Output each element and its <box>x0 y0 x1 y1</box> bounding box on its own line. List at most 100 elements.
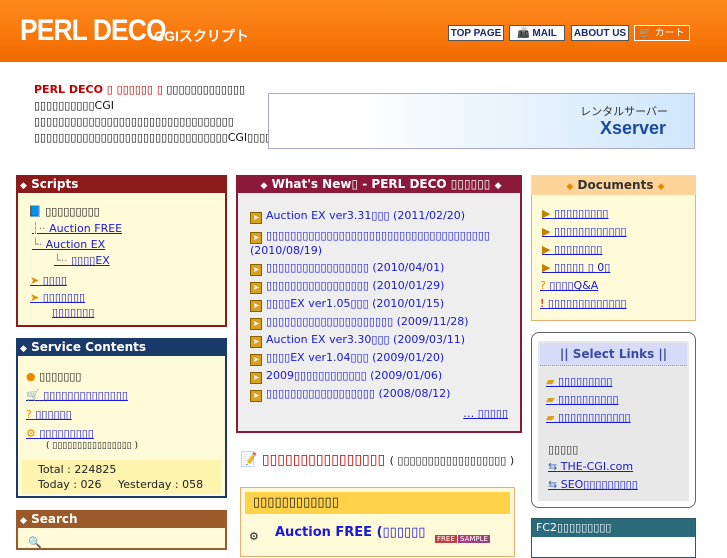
script-auction-free[interactable]: ┆·· Auction FREE <box>32 222 122 235</box>
arrow-icon: ➤ <box>30 291 40 304</box>
arrow-icon: ➤ <box>250 212 262 224</box>
documents-header: ◆ Documents ◆ <box>531 175 696 195</box>
folder-icon: ▰ <box>546 393 555 406</box>
scripts-panel: ◆ Scripts 📘 ▯▯▯▯▯▯▯▯▯ ┆·· Auction FREE └… <box>16 175 227 327</box>
doc-link-1[interactable]: ▶ ▯▯▯▯▯▯▯▯▯ <box>542 207 608 220</box>
arrow-icon: ➤ <box>250 232 262 244</box>
intro-line1: ▯▯▯▯▯▯▯▯▯▯▯▯▯ <box>162 83 246 96</box>
link-arrow-icon: ⇆ <box>548 460 558 473</box>
nav-top-page[interactable]: TOP PAGE <box>448 25 504 41</box>
service-item-3[interactable]: ? ▯▯▯▯▯▯ <box>26 408 72 421</box>
service-item-1[interactable]: ● ▯▯▯▯▯▯▯ <box>26 370 81 383</box>
featured-title: ▯▯▯▯▯▯▯▯▯▯▯▯▯▯▯▯ <box>261 452 386 468</box>
scripts-root[interactable]: 📘 ▯▯▯▯▯▯▯▯▯ <box>28 205 100 218</box>
scripts-header: ◆ Scripts <box>16 175 227 193</box>
arrow-icon: ➤ <box>250 318 262 330</box>
nav-cart[interactable]: 🛒 カート <box>634 25 690 41</box>
doc-link-6[interactable]: ! ▯▯▯▯▯▯▯▯▯▯▯▯▯ <box>540 297 627 310</box>
scripts-link-1[interactable]: ➤ ▯▯▯▯ <box>30 274 67 287</box>
site-header: PERL DECO CGIスクリプト TOP PAGE 📠 MAIL ABOUT… <box>0 0 727 62</box>
intro-brand: PERL DECO ▯ ▯▯▯▯▯▯ ▯ <box>34 83 163 96</box>
folder-link-1[interactable]: ▰ ▯▯▯▯▯▯▯▯▯ <box>546 375 612 388</box>
news-item[interactable]: ➤ ▯▯▯▯EX ver1.05▯▯▯ (2010/01/15) <box>250 297 512 312</box>
triangle-icon: ▶ <box>542 207 551 220</box>
featured-panel: ▯▯▯▯▯▯▯▯▯▯▯▯ Auction FREE (▯▯▯▯▯▯ FREE S… <box>240 487 515 557</box>
fc2-panel: FC2▯▯▯▯▯▯▯▯▯ <box>531 518 696 558</box>
script-auction-ex[interactable]: └· Auction EX <box>32 238 105 251</box>
intro-line2: ▯▯▯▯▯▯▯▯▯▯CGI ▯▯▯▯▯▯▯▯▯▯▯▯▯▯▯▯▯▯▯▯▯▯▯▯▯▯… <box>34 99 234 128</box>
nav-about-us[interactable]: ABOUT US <box>571 25 629 41</box>
triangle-icon: ▶ <box>542 243 551 256</box>
whatsnew-panel: ◆ What's New▯ - PERL DECO ▯▯▯▯▯▯ ◆ ➤ Auct… <box>236 175 522 433</box>
service-item-4[interactable]: ⚙ ▯▯▯▯▯▯▯▯▯ <box>26 427 94 440</box>
intro-text: PERL DECO ▯ ▯▯▯▯▯▯ ▯ ▯▯▯▯▯▯▯▯▯▯▯▯▯ ▯▯▯▯▯… <box>34 82 302 146</box>
service-item-2[interactable]: 🛒 ▯▯▯▯▯▯▯▯▯▯▯▯▯▯ <box>26 389 128 402</box>
ext-link-the-cgi[interactable]: ⇆ THE-CGI.com <box>548 460 633 473</box>
news-item[interactable]: ➤ ▯▯▯▯▯▯▯▯▯▯▯▯▯▯▯▯▯▯ (2008/08/12) <box>250 387 512 402</box>
nav-mail[interactable]: 📠 MAIL <box>509 25 565 41</box>
search-icon: 🔍 <box>28 536 42 549</box>
banner-title: Xserver <box>599 118 666 138</box>
cart-icon: 🛒 <box>26 389 40 402</box>
featured-subtitle: ( ▯▯▯▯▯▯▯▯▯▯▯▯▯▯▯▯▯▯ ) <box>389 454 515 467</box>
site-logo[interactable]: PERL DECO <box>20 14 167 48</box>
whatsnew-header: ◆ What's New▯ - PERL DECO ▯▯▯▯▯▯ ◆ <box>236 175 522 193</box>
doc-link-5[interactable]: ? ▯▯▯▯Q&A <box>540 279 598 292</box>
triangle-icon: ▶ <box>542 225 551 238</box>
arrow-icon: ➤ <box>250 390 262 402</box>
logo-subtitle: CGIスクリプト <box>154 28 249 44</box>
doc-link-2[interactable]: ▶ ▯▯▯▯▯▯▯▯▯▯▯▯ <box>542 225 627 238</box>
news-item[interactable]: ➤ ▯▯▯▯▯▯▯▯▯▯▯▯▯▯▯▯▯▯▯▯▯ (2009/11/28) <box>250 315 512 330</box>
counter-yesterday: Yesterday : 058 <box>118 478 204 491</box>
search-header: ◆ Search <box>16 510 227 528</box>
book-icon: 📘 <box>28 205 42 218</box>
fc2-title: FC2▯▯▯▯▯▯▯▯▯ <box>532 519 695 537</box>
folder-link-3[interactable]: ▰ ▯▯▯▯▯▯▯▯▯▯▯▯ <box>546 411 631 424</box>
news-item[interactable]: ➤ ▯▯▯▯▯▯▯▯▯▯▯▯▯▯▯▯▯ (2010/01/29) <box>250 279 512 294</box>
arrow-icon: ➤ <box>250 282 262 294</box>
featured-item-auction-free[interactable]: Auction FREE (▯▯▯▯▯▯ <box>275 525 425 540</box>
info-icon: ⚙ <box>26 427 36 440</box>
diamond-icon: ◆ <box>260 181 268 191</box>
intro-line3: ▯▯▯▯▯▯▯▯▯▯▯▯▯▯▯▯▯▯▯▯▯▯▯▯▯▯▯▯▯▯▯▯CGI▯▯▯▯▯… <box>34 131 302 144</box>
folder-icon: ▰ <box>546 375 555 388</box>
news-item[interactable]: ➤ ▯▯▯▯▯▯▯▯▯▯▯▯▯▯▯▯▯ (2010/04/01) <box>250 261 512 276</box>
scripts-title: Scripts <box>31 177 79 191</box>
free-badge: FREE <box>435 535 457 543</box>
scripts-link-3[interactable]: ▯▯▯▯▯▯▯ <box>52 306 94 319</box>
xserver-banner[interactable]: レンタルサーバー Xserver <box>268 93 695 149</box>
whatsnew-title: What's New▯ - PERL DECO ▯▯▯▯▯▯ <box>271 177 491 191</box>
news-item[interactable]: ➤ ▯▯▯▯EX ver1.04▯▯▯ (2009/01/20) <box>250 351 512 366</box>
diamond-icon: ◆ <box>20 344 27 354</box>
banner-subtitle: レンタルサーバー <box>580 105 668 118</box>
doc-link-3[interactable]: ▶ ▯▯▯▯▯▯▯▯ <box>542 243 602 256</box>
counter-total: Total : 224825 <box>38 463 117 476</box>
diamond-icon: ◆ <box>20 181 27 191</box>
news-item[interactable]: ➤ ▯▯▯▯▯▯▯▯▯▯▯▯▯▯▯▯▯▯▯▯▯▯▯▯▯▯▯▯▯▯▯▯▯▯▯▯▯ (… <box>250 229 512 258</box>
news-more-link[interactable]: … ▯▯▯▯▯ <box>463 407 508 420</box>
doc-link-4[interactable]: ▶ ▯▯▯▯▯ ▯ 0▯ <box>542 261 610 274</box>
arrow-icon: ➤ <box>30 274 40 287</box>
select-links-subtitle: ▯▯▯▯▯ <box>548 443 579 456</box>
arrow-icon: ➤ <box>250 264 262 276</box>
arrow-icon: ➤ <box>250 372 262 384</box>
news-item[interactable]: ➤ Auction EX ver3.31▯▯▯ (2011/02/20) <box>250 209 512 224</box>
search-panel: ◆ Search 🔍 <box>16 510 227 550</box>
memo-icon: 📝 <box>240 452 258 468</box>
sample-badge: SAMPLE <box>458 535 490 543</box>
documents-title: Documents <box>577 178 654 192</box>
service-title: Service Contents <box>31 340 147 354</box>
folder-link-2[interactable]: ▰ ▯▯▯▯▯▯▯▯▯▯ <box>546 393 619 406</box>
service-panel: ◆ Service Contents ● ▯▯▯▯▯▯▯ 🛒 ▯▯▯▯▯▯▯▯▯… <box>16 338 227 498</box>
select-links-panel: || Select Links || ▰ ▯▯▯▯▯▯▯▯▯ ▰ ▯▯▯▯▯▯▯… <box>531 332 696 508</box>
ext-link-seo[interactable]: ⇆ SEO▯▯▯▯▯▯▯▯▯ <box>548 478 638 491</box>
scripts-link-2[interactable]: ➤ ▯▯▯▯▯▯▯ <box>30 291 85 304</box>
service-note: ( ▯▯▯▯▯▯▯▯▯▯▯▯▯▯▯▯ ) <box>46 441 138 451</box>
folder-icon: ▰ <box>546 411 555 424</box>
search-title: Search <box>31 512 78 526</box>
gear-icon: ⚙ <box>249 530 259 543</box>
news-item[interactable]: ➤ Auction EX ver3.30▯▯▯ (2009/03/11) <box>250 333 512 348</box>
news-item[interactable]: ➤ 2009▯▯▯▯▯▯▯▯▯▯▯▯ (2009/01/06) <box>250 369 512 384</box>
counter-today: Today : 026 <box>38 478 102 491</box>
script-sub-ex[interactable]: └·· ▯▯▯▯EX <box>54 254 110 267</box>
